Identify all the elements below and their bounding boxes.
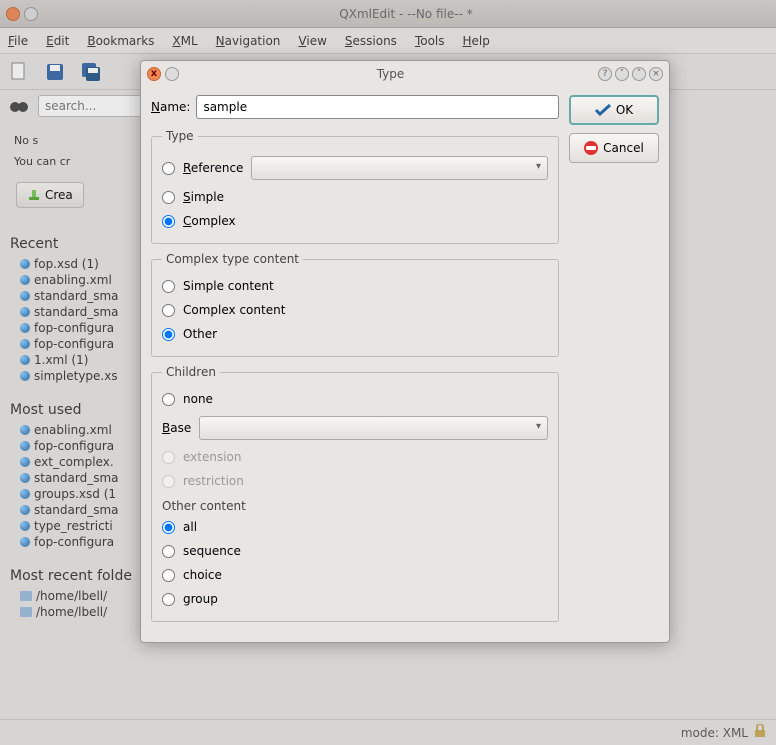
all-radio[interactable] [162,521,175,534]
name-input[interactable] [196,95,559,119]
dialog-max-icon[interactable]: ˄ [632,67,646,81]
restriction-label: restriction [183,474,244,488]
type-dialog: x Type ? ˅ ˄ × Name: Type Reference [140,60,670,643]
other-radio[interactable] [162,328,175,341]
simple-radio[interactable] [162,191,175,204]
reference-combo[interactable] [251,156,548,180]
base-combo[interactable] [199,416,548,440]
simple-label: Simple [183,190,224,204]
all-label: all [183,520,197,534]
dialog-min-icon[interactable] [165,67,179,81]
sequence-radio[interactable] [162,545,175,558]
group-label: group [183,592,218,606]
ctc-fieldset: Complex type content Simple content Comp… [151,252,559,357]
complex-content-label: Complex content [183,303,285,317]
type-fieldset: Type Reference Simple Complex [151,129,559,244]
children-legend: Children [162,365,220,379]
other-label: Other [183,327,217,341]
reference-label: Reference [183,161,243,175]
cancel-icon [584,141,598,155]
complex-content-radio[interactable] [162,304,175,317]
choice-label: choice [183,568,222,582]
dialog-title: Type [183,67,598,81]
none-radio[interactable] [162,393,175,406]
sequence-label: sequence [183,544,241,558]
complex-radio[interactable] [162,215,175,228]
extension-label: extension [183,450,242,464]
ok-button[interactable]: OK [569,95,659,125]
other-content-label: Other content [162,499,548,513]
restriction-radio[interactable] [162,475,175,488]
name-label: Name: [151,100,190,114]
simple-content-radio[interactable] [162,280,175,293]
dialog-titlebar: x Type ? ˅ ˄ × [141,61,669,87]
group-radio[interactable] [162,593,175,606]
type-legend: Type [162,129,198,143]
cancel-button[interactable]: Cancel [569,133,659,163]
complex-label: Complex [183,214,236,228]
base-label: Base [162,421,191,435]
cancel-label: Cancel [603,141,644,155]
extension-radio[interactable] [162,451,175,464]
ok-label: OK [616,103,633,117]
children-fieldset: Children none Base extension restriction [151,365,559,622]
none-label: none [183,392,213,406]
simple-content-label: Simple content [183,279,274,293]
dialog-shade-icon[interactable]: ˅ [615,67,629,81]
reference-radio[interactable] [162,162,175,175]
ctc-legend: Complex type content [162,252,303,266]
choice-radio[interactable] [162,569,175,582]
dialog-help-icon[interactable]: ? [598,67,612,81]
dialog-close2-icon[interactable]: × [649,67,663,81]
check-icon [595,104,611,116]
dialog-close-icon[interactable]: x [147,67,161,81]
